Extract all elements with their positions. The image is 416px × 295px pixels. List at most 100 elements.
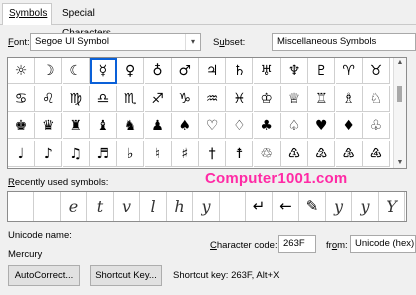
unicode-name-value: Mercury xyxy=(8,249,43,260)
symbol-cell[interactable]: ♑ xyxy=(171,85,199,112)
scroll-down-icon[interactable]: ▼ xyxy=(394,158,406,168)
character-code-value: 263F xyxy=(283,238,305,249)
symbol-cell[interactable]: ☾ xyxy=(62,58,90,84)
symbol-cell[interactable]: ♓ xyxy=(226,85,254,112)
symbol-cell[interactable]: ☼ xyxy=(8,58,35,84)
symbol-cell[interactable]: ♪ xyxy=(35,140,63,167)
recent-symbol-cell[interactable]: ↵ xyxy=(247,192,273,221)
font-value: Segoe UI Symbol xyxy=(35,36,109,47)
recent-symbol-cell[interactable]: Y xyxy=(379,192,405,221)
subset-select[interactable]: Miscellaneous Symbols xyxy=(272,33,416,51)
symbol-cell[interactable]: ♗ xyxy=(335,85,363,112)
subset-value: Miscellaneous Symbols xyxy=(277,36,377,47)
symbol-cell[interactable]: ♲ xyxy=(253,140,281,167)
symbol-cell[interactable]: ♘ xyxy=(362,85,390,112)
symbol-cell[interactable]: ♖ xyxy=(308,85,336,112)
symbol-cell[interactable]: ♶ xyxy=(362,140,390,167)
symbol-cell[interactable]: ♆ xyxy=(281,58,308,84)
grid-scrollbar[interactable]: ▲ ▼ xyxy=(393,58,406,168)
symbol-cell[interactable]: ♩ xyxy=(8,140,35,167)
symbol-cell[interactable]: ♧ xyxy=(362,113,390,139)
symbol-cell[interactable]: ♴ xyxy=(308,140,336,167)
symbol-cell[interactable]: ♡ xyxy=(199,113,227,139)
symbol-cell[interactable]: ☨ xyxy=(226,140,254,167)
symbol-cell[interactable]: ♦ xyxy=(335,113,363,139)
symbol-cell[interactable]: ♛ xyxy=(35,113,63,139)
symbol-cell[interactable]: ♒ xyxy=(199,85,227,112)
tab-strip: Symbols Special Characters xyxy=(0,0,416,39)
scroll-up-icon[interactable]: ▲ xyxy=(394,58,406,68)
symbol-grid[interactable]: ▲ ▼ ☼ ☽ ☾ ☿ ♀ ♁ ♂ ♃ ♄ ♅ ♆ ♇ ♈ ♉ ♋ ♌ ♍ ♎ ♏ ♐ ♑ ♒ ♓ ♔ ♕ ♖ ♗ ♘ ♚ ♛ ♜ ♝ ♞ ♟ ♠ ♡… xyxy=(7,57,407,169)
character-code-input[interactable]: 263F xyxy=(278,235,316,253)
recent-symbol-cell[interactable]: y xyxy=(326,192,352,221)
recent-symbol-cell[interactable]: t xyxy=(88,192,114,221)
symbol-cell[interactable]: ♬ xyxy=(89,140,117,167)
symbol-cell[interactable]: ♅ xyxy=(253,58,281,84)
symbol-cell[interactable]: ♫ xyxy=(62,140,90,167)
symbol-cell[interactable]: ♀ xyxy=(117,58,145,84)
character-code-label: Character code: xyxy=(210,240,278,251)
symbol-cell[interactable]: ♍ xyxy=(62,85,90,112)
symbol-cell[interactable]: ♕ xyxy=(281,85,308,112)
symbol-cell[interactable]: ♇ xyxy=(308,58,336,84)
font-label: Font: xyxy=(8,37,30,48)
symbol-cell[interactable]: ♈ xyxy=(335,58,363,84)
symbol-cell[interactable]: ♟ xyxy=(144,113,172,139)
symbol-cell[interactable]: ♢ xyxy=(226,113,254,139)
recent-symbol-cell[interactable] xyxy=(35,192,61,221)
symbol-cell[interactable]: ♉ xyxy=(362,58,390,84)
recent-symbol-cell[interactable]: v xyxy=(114,192,140,221)
symbol-cell[interactable]: ♋ xyxy=(8,85,35,112)
symbol-cell[interactable]: ♏ xyxy=(117,85,145,112)
symbol-cell[interactable]: ♥ xyxy=(308,113,336,139)
symbol-cell[interactable]: ♔ xyxy=(253,85,281,112)
watermark: Computer1001.com xyxy=(205,170,348,187)
symbol-cell[interactable]: ♐ xyxy=(144,85,172,112)
tab-symbols-label: Symbols xyxy=(9,8,48,19)
recent-symbols-strip[interactable]: e t v l h y ↵ ← ✎ y y Y xyxy=(7,191,407,222)
symbol-cell[interactable]: ♵ xyxy=(335,140,363,167)
symbol-cell[interactable]: ☿ xyxy=(89,58,117,84)
symbol-cell[interactable]: ♂ xyxy=(171,58,199,84)
symbol-cell[interactable]: ♤ xyxy=(281,113,308,139)
recent-symbol-cell[interactable]: l xyxy=(141,192,167,221)
font-select[interactable]: Segoe UI Symbol ▾ xyxy=(30,33,201,51)
symbol-cell[interactable]: ♞ xyxy=(117,113,145,139)
tab-symbols[interactable]: Symbols xyxy=(2,3,52,25)
recent-symbol-cell[interactable]: y xyxy=(194,192,220,221)
recent-symbol-cell[interactable]: ✎ xyxy=(300,192,326,221)
symbol-cell[interactable]: ♯ xyxy=(171,140,199,167)
symbol-cell[interactable]: ☽ xyxy=(35,58,63,84)
symbol-cell[interactable]: ♠ xyxy=(171,113,199,139)
symbol-cell[interactable]: ♃ xyxy=(199,58,227,84)
recent-symbol-cell[interactable]: y xyxy=(353,192,379,221)
symbol-cell[interactable]: ♚ xyxy=(8,113,35,139)
from-value: Unicode (hex) xyxy=(355,238,415,249)
shortcut-key-text: Shortcut key: 263F, Alt+X xyxy=(173,270,280,281)
autocorrect-button[interactable]: AutoCorrect... xyxy=(8,265,80,286)
from-label: from: xyxy=(326,240,348,251)
symbol-cell[interactable]: † xyxy=(199,140,227,167)
tab-special-characters[interactable]: Special Characters xyxy=(56,4,152,39)
recent-symbol-cell[interactable]: h xyxy=(167,192,193,221)
symbol-cell[interactable]: ♜ xyxy=(62,113,90,139)
symbol-cell[interactable]: ♳ xyxy=(281,140,308,167)
recent-symbol-cell[interactable]: e xyxy=(61,192,87,221)
recent-symbol-cell[interactable] xyxy=(220,192,246,221)
unicode-name-label: Unicode name: xyxy=(8,230,72,241)
scroll-thumb[interactable] xyxy=(397,86,402,102)
recent-symbol-cell[interactable] xyxy=(8,192,34,221)
shortcut-key-button[interactable]: Shortcut Key... xyxy=(90,265,162,286)
chevron-down-icon[interactable]: ▾ xyxy=(185,34,200,50)
symbol-cell[interactable]: ♌ xyxy=(35,85,63,112)
recent-symbol-cell[interactable]: ← xyxy=(273,192,299,221)
symbol-cell[interactable]: ♭ xyxy=(117,140,145,167)
symbol-cell[interactable]: ♎ xyxy=(89,85,117,112)
symbol-cell[interactable]: ♁ xyxy=(144,58,172,84)
subset-label: Subset: xyxy=(213,37,246,48)
from-select[interactable]: Unicode (hex) xyxy=(350,235,416,253)
symbol-cell[interactable]: ♄ xyxy=(226,58,254,84)
symbol-cell[interactable]: ♮ xyxy=(144,140,172,167)
symbol-cell[interactable]: ♝ xyxy=(89,113,117,139)
symbol-cell[interactable]: ♣ xyxy=(253,113,281,139)
